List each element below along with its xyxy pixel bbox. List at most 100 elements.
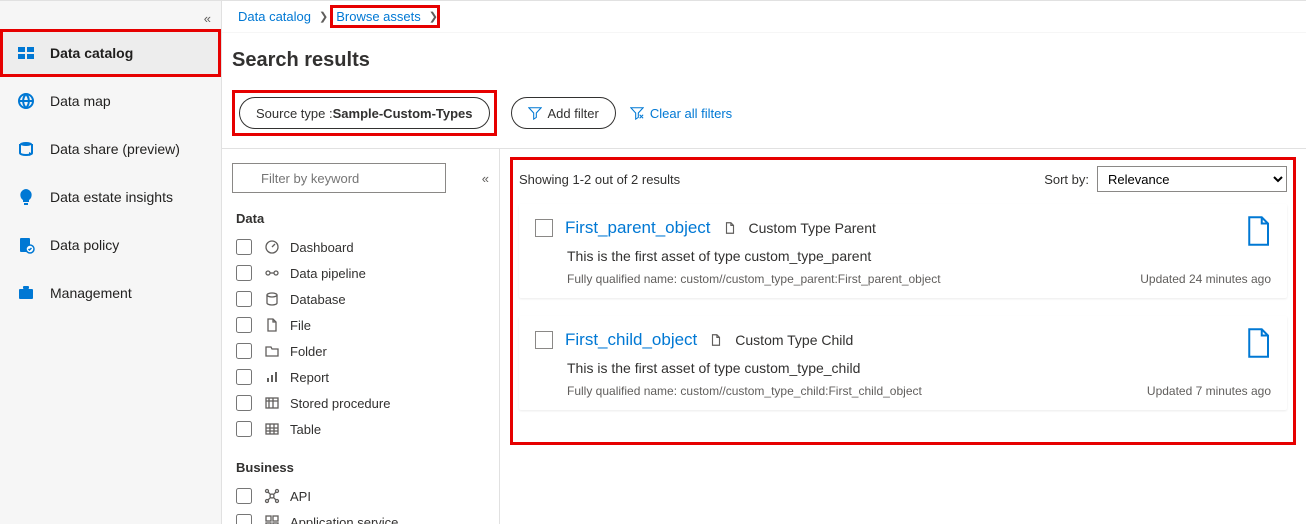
sidebar-item-label: Data estate insights: [50, 189, 173, 205]
file-icon: [1245, 216, 1271, 249]
sidebar-item-catalog[interactable]: Data catalog: [0, 29, 221, 77]
filter-item-checkbox[interactable]: [236, 265, 252, 281]
share-icon: [16, 139, 36, 159]
catalog-icon: [16, 43, 36, 63]
asset-fqn: Fully qualified name: custom//custom_typ…: [567, 384, 922, 398]
results-pane: Showing 1-2 out of 2 results Sort by: Re…: [500, 149, 1306, 524]
breadcrumb-item[interactable]: Browse assets: [330, 5, 427, 28]
main: Data catalog ❯ Browse assets ❯ Search re…: [222, 1, 1306, 524]
filter-item-checkbox[interactable]: [236, 488, 252, 504]
sort-by-label: Sort by:: [1044, 172, 1089, 187]
filter-item[interactable]: Database: [232, 286, 489, 312]
filter-item[interactable]: Application service: [232, 509, 489, 524]
dashboard-icon: [264, 239, 282, 255]
filter-item-checkbox[interactable]: [236, 395, 252, 411]
filter-item[interactable]: Data pipeline: [232, 260, 489, 286]
filter-item-checkbox[interactable]: [236, 421, 252, 437]
sidebar-item-label: Data catalog: [50, 45, 133, 61]
asset-type-name: Custom Type Parent: [749, 220, 876, 236]
sidebar-item-insights[interactable]: Data estate insights: [0, 173, 221, 221]
asset-name-link[interactable]: First_child_object: [565, 330, 697, 350]
sidebar-item-label: Management: [50, 285, 132, 301]
sidebar-item-label: Data policy: [50, 237, 119, 253]
clear-all-filters-button[interactable]: Clear all filters: [630, 106, 732, 121]
folder-icon: [264, 343, 282, 359]
filter-item[interactable]: Stored procedure: [232, 390, 489, 416]
filter-clear-icon: [630, 106, 644, 120]
chevron-right-icon: ❯: [427, 10, 440, 23]
sidebar-item-share[interactable]: Data share (preview): [0, 125, 221, 173]
asset-type-name: Custom Type Child: [735, 332, 853, 348]
filter-item[interactable]: API: [232, 483, 489, 509]
filter-item-label: Stored procedure: [290, 396, 390, 411]
filter-keyword-input[interactable]: [232, 163, 446, 193]
filter-item-checkbox[interactable]: [236, 514, 252, 524]
sidebar-item-map[interactable]: Data map: [0, 77, 221, 125]
asset-name-link[interactable]: First_parent_object: [565, 218, 711, 238]
filter-item-checkbox[interactable]: [236, 343, 252, 359]
sidebar: « Data catalog Data map Data share (previe…: [0, 1, 222, 524]
filter-bar: Source type : Sample-Custom-Types Add fi…: [222, 86, 1306, 149]
filter-item-checkbox[interactable]: [236, 317, 252, 333]
chevron-right-icon: ❯: [317, 10, 330, 23]
filter-item-label: Data pipeline: [290, 266, 366, 281]
management-icon: [16, 283, 36, 303]
asset-type-icon: [709, 333, 723, 347]
file-icon: [264, 317, 282, 333]
sort-by-select[interactable]: Relevance: [1097, 166, 1287, 192]
filter-chip-prefix: Source type :: [256, 106, 333, 121]
asset-fqn: Fully qualified name: custom//custom_typ…: [567, 272, 941, 286]
filter-item[interactable]: Table: [232, 416, 489, 442]
sidebar-item-label: Data map: [50, 93, 111, 109]
asset-type-icon: [723, 221, 737, 235]
filter-item-label: File: [290, 318, 311, 333]
filter-item[interactable]: Folder: [232, 338, 489, 364]
insights-icon: [16, 187, 36, 207]
filter-item-checkbox[interactable]: [236, 291, 252, 307]
filter-item-label: Report: [290, 370, 329, 385]
filter-item-label: Database: [290, 292, 346, 307]
appservice-icon: [264, 514, 282, 524]
add-filter-button[interactable]: Add filter: [511, 97, 616, 129]
map-icon: [16, 91, 36, 111]
filter-item-checkbox[interactable]: [236, 369, 252, 385]
sidebar-item-label: Data share (preview): [50, 141, 180, 157]
pipeline-icon: [264, 265, 282, 281]
asset-description: This is the first asset of type custom_t…: [567, 248, 1271, 264]
result-checkbox[interactable]: [535, 331, 553, 349]
filter-chip-value: Sample-Custom-Types: [333, 106, 473, 121]
api-icon: [264, 488, 282, 504]
sidebar-collapse-button[interactable]: «: [204, 11, 211, 26]
sidebar-item-policy[interactable]: Data policy: [0, 221, 221, 269]
filter-item-checkbox[interactable]: [236, 239, 252, 255]
database-icon: [264, 291, 282, 307]
breadcrumb: Data catalog ❯ Browse assets ❯: [222, 1, 1306, 33]
filter-item[interactable]: File: [232, 312, 489, 338]
filter-chip-source-type[interactable]: Source type : Sample-Custom-Types: [239, 97, 490, 129]
filter-item-label: Folder: [290, 344, 327, 359]
result-card: First_parent_object Custom Type Parent Thi…: [519, 204, 1287, 298]
filter-item-label: Table: [290, 422, 321, 437]
results-count-text: Showing 1-2 out of 2 results: [519, 172, 680, 187]
policy-icon: [16, 235, 36, 255]
filter-funnel-icon: [528, 106, 542, 120]
asset-updated: Updated 7 minutes ago: [1147, 384, 1271, 398]
file-icon: [1245, 328, 1271, 361]
filter-item[interactable]: Report: [232, 364, 489, 390]
page-title: Search results: [222, 33, 1306, 86]
result-checkbox[interactable]: [535, 219, 553, 237]
filter-item-label: Application service: [290, 515, 398, 524]
filters-pane-collapse-button[interactable]: «: [482, 171, 489, 186]
filter-group-title: Business: [236, 460, 489, 475]
sidebar-item-management[interactable]: Management: [0, 269, 221, 317]
asset-description: This is the first asset of type custom_t…: [567, 360, 1271, 376]
report-icon: [264, 369, 282, 385]
filters-pane: « DataDashboardData pipelineDatabaseFile…: [222, 149, 500, 524]
filter-item-label: API: [290, 489, 311, 504]
table-icon: [264, 421, 282, 437]
asset-updated: Updated 24 minutes ago: [1140, 272, 1271, 286]
storedproc-icon: [264, 395, 282, 411]
filter-item[interactable]: Dashboard: [232, 234, 489, 260]
breadcrumb-item[interactable]: Data catalog: [232, 5, 317, 28]
filter-item-label: Dashboard: [290, 240, 354, 255]
